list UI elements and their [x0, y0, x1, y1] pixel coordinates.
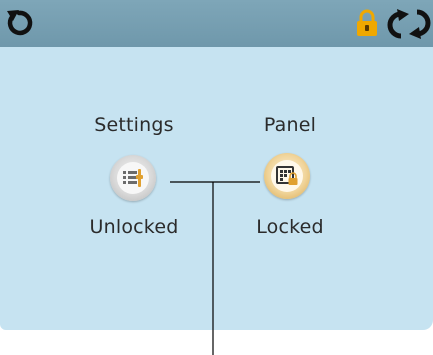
panel-button-face — [271, 160, 303, 192]
padlock-icon — [357, 9, 377, 36]
panel-status: Locked — [256, 216, 324, 238]
refresh-icon[interactable] — [387, 8, 431, 40]
back-arrow-icon[interactable] — [4, 8, 34, 38]
screen: Settings Unlocked Panel Locked — [0, 0, 433, 330]
settings-title: Settings — [94, 114, 174, 136]
settings-button-face — [117, 162, 149, 194]
panel-title: Panel — [263, 114, 317, 136]
panel-button[interactable] — [264, 153, 310, 199]
settings-button[interactable] — [110, 155, 156, 201]
panel-keypad-lock-icon — [276, 166, 298, 185]
top-bar — [0, 0, 433, 47]
settings-list-icon — [123, 169, 143, 187]
settings-status: Unlocked — [89, 216, 179, 238]
